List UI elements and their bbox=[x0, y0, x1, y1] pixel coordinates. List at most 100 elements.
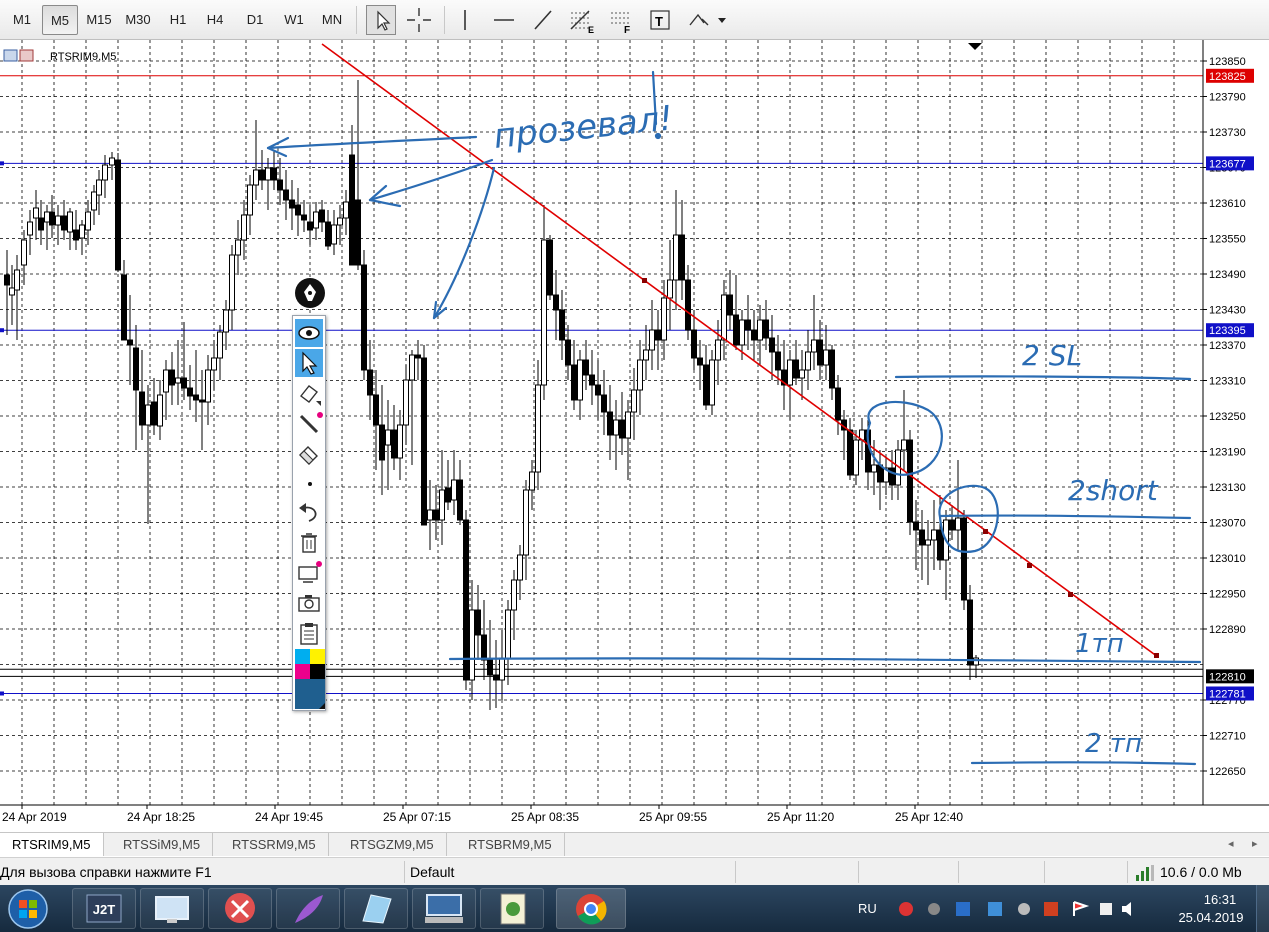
price-label: 123070 bbox=[1209, 518, 1246, 530]
tab-rtsgzm9[interactable]: RTSGZM9,M5 bbox=[338, 833, 447, 856]
level-handle[interactable] bbox=[0, 328, 4, 333]
timeframe-m15[interactable]: M15 bbox=[81, 5, 117, 35]
chrome-app[interactable] bbox=[556, 888, 626, 929]
candle bbox=[109, 152, 115, 180]
price-label: 123430 bbox=[1209, 305, 1246, 317]
monitor-app[interactable] bbox=[140, 888, 204, 929]
show-desktop-button[interactable] bbox=[1256, 885, 1269, 932]
svg-text:122810: 122810 bbox=[1209, 671, 1246, 683]
horizontal-line-icon[interactable] bbox=[489, 5, 519, 35]
timeframe-mn[interactable]: MN bbox=[314, 5, 350, 35]
tab-rtsbrm9[interactable]: RTSBRM9,M5 bbox=[456, 833, 565, 856]
candle bbox=[193, 350, 199, 422]
color-swatch[interactable] bbox=[310, 649, 325, 664]
level-handle[interactable] bbox=[0, 691, 4, 696]
start-orb[interactable] bbox=[6, 887, 50, 931]
marker-icon[interactable] bbox=[295, 380, 323, 408]
fibonacci-fan-icon[interactable]: F bbox=[606, 5, 636, 36]
tabs-scroll-left-icon[interactable]: ◂ bbox=[1228, 837, 1234, 850]
svg-text:123825: 123825 bbox=[1209, 71, 1246, 83]
annotation-prozeval: прозевал! bbox=[492, 98, 675, 157]
tab-rtssrm9[interactable]: RTSSRM9,M5 bbox=[220, 833, 329, 856]
candle bbox=[613, 400, 619, 470]
fibonacci-icon[interactable]: E bbox=[567, 5, 597, 35]
chart-symbol-title: RTSRIM9,M5 bbox=[50, 51, 116, 63]
price-chart[interactable]: прозевал! 2 SL 2short 1тп 2 тп 123850 123… bbox=[0, 40, 1269, 830]
eye-icon[interactable] bbox=[295, 319, 323, 347]
trendline-icon[interactable] bbox=[528, 5, 558, 35]
j2t-app[interactable]: J2T bbox=[72, 888, 136, 929]
svg-text:F: F bbox=[624, 25, 630, 35]
pen-icon[interactable] bbox=[295, 410, 323, 438]
undo-icon[interactable] bbox=[295, 499, 323, 527]
candle bbox=[439, 450, 445, 545]
timeframe-m30[interactable]: M30 bbox=[120, 5, 156, 35]
candle bbox=[973, 655, 979, 678]
tabs-scroll-right-icon[interactable]: ▸ bbox=[1252, 837, 1258, 850]
vertical-line-icon[interactable] bbox=[450, 5, 480, 35]
candle bbox=[541, 205, 547, 400]
timeframe-d1[interactable]: D1 bbox=[237, 5, 273, 35]
candle bbox=[265, 158, 271, 210]
candle bbox=[187, 365, 193, 410]
drawing-palette bbox=[292, 315, 326, 711]
eraser-icon[interactable] bbox=[295, 439, 323, 467]
trash-icon[interactable] bbox=[295, 529, 323, 557]
candle bbox=[505, 600, 511, 685]
time-label: 25 Apr 07:15 bbox=[383, 810, 451, 824]
color-swatch[interactable] bbox=[295, 664, 310, 679]
camera-icon[interactable] bbox=[295, 589, 323, 617]
tab-rtsrim9[interactable]: RTSRIM9,M5 bbox=[0, 833, 104, 856]
screen-capture-icon[interactable] bbox=[295, 559, 323, 587]
price-label: 123190 bbox=[1209, 447, 1246, 459]
candle bbox=[27, 210, 33, 255]
clock-date[interactable]: 25.04.2019 bbox=[1175, 909, 1247, 927]
color-swatches[interactable] bbox=[295, 649, 325, 679]
current-color-swatch[interactable] bbox=[295, 679, 325, 709]
timeframe-m5[interactable]: M5 bbox=[42, 5, 78, 35]
candle bbox=[367, 340, 373, 420]
language-indicator[interactable]: RU bbox=[858, 885, 877, 932]
notes-app[interactable] bbox=[344, 888, 408, 929]
candle bbox=[223, 300, 229, 350]
level-handle[interactable] bbox=[0, 161, 4, 166]
horizontal-levels[interactable] bbox=[0, 75, 1203, 696]
timeframe-m1[interactable]: M1 bbox=[4, 5, 40, 35]
feather-app[interactable] bbox=[276, 888, 340, 929]
timeframe-h1[interactable]: H1 bbox=[160, 5, 196, 35]
candle bbox=[199, 370, 205, 450]
candle bbox=[385, 400, 391, 490]
svg-text:123677: 123677 bbox=[1209, 158, 1246, 170]
candle bbox=[895, 440, 901, 500]
pen-tool-badge[interactable] bbox=[293, 276, 327, 310]
clock-time[interactable]: 16:31 bbox=[1190, 891, 1250, 909]
candle bbox=[151, 378, 157, 435]
color-swatch[interactable] bbox=[310, 664, 325, 679]
candle bbox=[61, 200, 67, 240]
candle bbox=[583, 340, 589, 390]
candle bbox=[349, 125, 355, 266]
timeframe-h4[interactable]: H4 bbox=[197, 5, 233, 35]
scissors-app[interactable] bbox=[208, 888, 272, 929]
color-swatch[interactable] bbox=[295, 649, 310, 664]
candle bbox=[877, 450, 883, 510]
tab-rtssim9[interactable]: RTSSiM9,M5 bbox=[111, 833, 214, 856]
script-app[interactable] bbox=[480, 888, 544, 929]
system-tray-icons[interactable] bbox=[896, 899, 1136, 919]
chart-canvas[interactable]: прозевал! 2 SL 2short 1тп 2 тп 123850 123… bbox=[0, 40, 1269, 830]
dot-icon[interactable] bbox=[295, 469, 323, 497]
candle bbox=[829, 345, 835, 400]
terminal-app[interactable] bbox=[412, 888, 476, 929]
svg-text:E: E bbox=[588, 25, 594, 35]
text-label-icon[interactable]: T bbox=[645, 5, 675, 35]
timeframe-w1[interactable]: W1 bbox=[276, 5, 312, 35]
candle bbox=[259, 150, 265, 190]
candle bbox=[919, 510, 925, 580]
crosshair-icon[interactable] bbox=[404, 5, 434, 35]
cursor-icon[interactable] bbox=[366, 5, 396, 35]
shapes-dropdown-icon[interactable] bbox=[684, 5, 730, 35]
clipboard-icon[interactable] bbox=[295, 619, 323, 647]
pointer-icon[interactable] bbox=[295, 349, 323, 377]
svg-text:122781: 122781 bbox=[1209, 688, 1246, 700]
candle bbox=[643, 325, 649, 380]
